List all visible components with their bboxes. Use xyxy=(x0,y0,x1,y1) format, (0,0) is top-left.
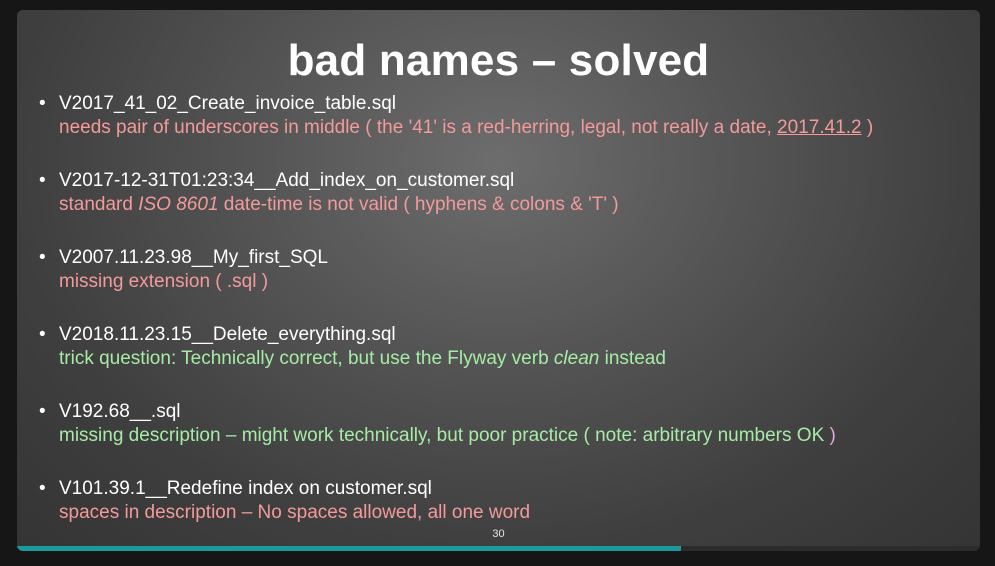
migration-filename: V2007.11.23.98__My_first_SQL xyxy=(59,247,328,268)
migration-filename: V2017_41_02_Create_invoice_table.sql xyxy=(59,93,396,114)
explanation-note: standard ISO 8601 date-time is not valid… xyxy=(59,193,975,217)
note-emphasis: clean xyxy=(553,348,600,369)
migration-filename: V101.39.1__Redefine index on customer.sq… xyxy=(59,478,432,499)
migration-filename: V2018.11.23.15__Delete_everything.sql xyxy=(59,324,396,345)
note-text: standard xyxy=(59,194,139,215)
explanation-note: missing description – might work technic… xyxy=(59,424,975,448)
list-item: • V192.68__.sql missing description – mi… xyxy=(35,400,975,477)
list-item: • V2017-12-31T01:23:34__Add_index_on_cus… xyxy=(35,169,975,246)
migration-filename: V192.68__.sql xyxy=(59,401,181,422)
note-text: ) xyxy=(861,117,874,138)
page-number: 30 xyxy=(492,528,505,540)
slide: bad names – solved • V2017_41_02_Create_… xyxy=(17,10,980,551)
bullet-icon: • xyxy=(39,93,46,114)
bullet-icon: • xyxy=(39,170,46,191)
bullet-icon: • xyxy=(39,247,46,268)
migration-filename: V2017-12-31T01:23:34__Add_index_on_custo… xyxy=(59,170,515,191)
bullet-icon: • xyxy=(39,401,46,422)
explanation-note: needs pair of underscores in middle ( th… xyxy=(59,116,975,140)
note-text: instead xyxy=(599,348,666,369)
bullet-icon: • xyxy=(39,324,46,345)
list-item: • V2007.11.23.98__My_first_SQL missing e… xyxy=(35,246,975,323)
note-text: ) xyxy=(829,425,836,446)
note-text: date-time is not valid ( hyphens & colon… xyxy=(218,194,619,215)
note-text: needs pair of underscores in middle ( th… xyxy=(59,117,778,138)
note-link[interactable]: 2017.41.2 xyxy=(777,117,862,138)
bullet-list: • V2017_41_02_Create_invoice_table.sql n… xyxy=(35,92,975,551)
bullet-icon: • xyxy=(39,478,46,499)
list-item: • V2018.11.23.15__Delete_everything.sql … xyxy=(35,323,975,400)
presentation-progress-bar[interactable] xyxy=(17,546,980,551)
progress-fill xyxy=(17,546,682,551)
explanation-note: spaces in description – No spaces allowe… xyxy=(59,502,531,523)
list-item: • V2017_41_02_Create_invoice_table.sql n… xyxy=(35,92,975,169)
note-text: missing description – might work technic… xyxy=(59,425,830,446)
explanation-note: missing extension ( .sql ) xyxy=(59,271,269,292)
note-emphasis: ISO 8601 xyxy=(138,194,219,215)
slide-title: bad names – solved xyxy=(287,36,710,85)
explanation-note: trick question: Technically correct, but… xyxy=(59,347,975,371)
note-text: trick question: Technically correct, but… xyxy=(59,348,554,369)
presentation-frame: bad names – solved • V2017_41_02_Create_… xyxy=(0,0,995,566)
